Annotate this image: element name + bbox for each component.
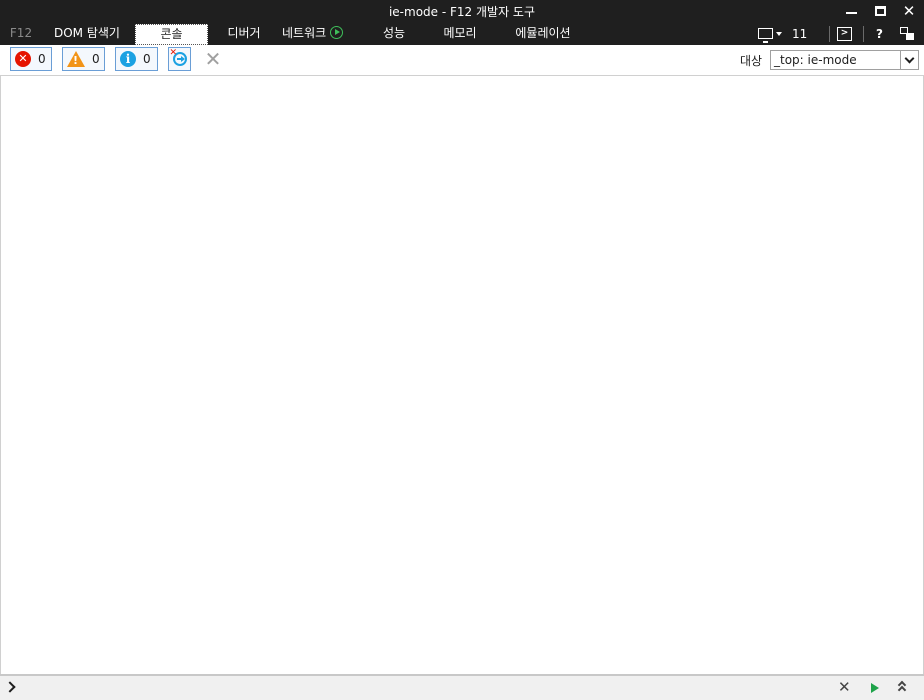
dropdown-arrow-icon xyxy=(776,31,782,36)
expand-input-button[interactable] xyxy=(897,680,908,695)
errors-filter-button[interactable]: ✕ 0 xyxy=(10,47,52,71)
tab-emulation[interactable]: 에뮬레이션 xyxy=(505,23,581,44)
target-label: 대상 xyxy=(740,54,763,68)
run-button[interactable] xyxy=(871,683,879,693)
monitor-icon xyxy=(758,28,773,43)
maximize-button[interactable] xyxy=(865,0,895,22)
separator xyxy=(829,26,830,42)
warnings-filter-button[interactable]: ! 0 xyxy=(62,47,105,71)
minimize-button[interactable] xyxy=(836,0,866,22)
tab-network[interactable]: 네트워크 xyxy=(282,23,360,44)
prompt-chevron-icon xyxy=(4,681,16,693)
errors-count: 0 xyxy=(38,52,46,66)
close-icon: ✕ xyxy=(902,2,916,20)
tab-console[interactable]: 콘솔 xyxy=(135,24,208,45)
clear-on-navigate-icon: ✕ xyxy=(170,48,187,66)
tab-network-label: 네트워크 xyxy=(282,26,327,40)
dock-icon xyxy=(900,27,914,40)
warnings-count: 0 xyxy=(92,52,100,66)
info-icon: i xyxy=(120,51,136,67)
document-mode-value[interactable]: 11 xyxy=(792,22,807,45)
target-select[interactable]: _top: ie-mode xyxy=(770,50,919,70)
help-button[interactable]: ? xyxy=(876,22,883,45)
clear-input-button[interactable]: ✕ xyxy=(838,678,851,696)
tab-dom-explorer[interactable]: DOM 탐색기 xyxy=(46,23,128,44)
target-value: _top: ie-mode xyxy=(774,53,857,67)
minimize-icon xyxy=(845,12,857,14)
separator xyxy=(863,26,864,42)
window-title: ie-mode - F12 개발자 도구 xyxy=(388,5,536,19)
close-button[interactable]: ✕ xyxy=(894,0,924,22)
tab-memory[interactable]: 메모리 xyxy=(432,23,488,44)
maximize-icon xyxy=(874,6,886,16)
error-icon: ✕ xyxy=(15,51,31,67)
console-input-bar: ✕ xyxy=(0,674,924,700)
tool-tab-bar: F12 DOM 탐색기 콘솔 디버거 네트워크 성능 메모리 에뮬레이션 11 … xyxy=(0,22,924,45)
clear-on-navigate-button[interactable]: ✕ xyxy=(168,47,191,71)
clear-icon: ✕ xyxy=(838,678,851,696)
console-toolbar: ✕ 0 ! 0 i 0 ✕ ✕ 대상 _top: ie-mode xyxy=(0,45,924,76)
f12-label: F12 xyxy=(9,26,33,40)
target-dropdown-button[interactable] xyxy=(900,51,918,69)
console-input[interactable] xyxy=(20,678,820,698)
play-circle-icon[interactable] xyxy=(330,26,344,39)
tab-debugger[interactable]: 디버거 xyxy=(218,23,270,44)
tab-performance[interactable]: 성능 xyxy=(372,23,416,44)
console-icon: > xyxy=(837,26,852,41)
console-output-area[interactable] xyxy=(0,76,924,674)
messages-count: 0 xyxy=(143,52,151,66)
warning-icon: ! xyxy=(67,51,85,67)
messages-filter-button[interactable]: i 0 xyxy=(115,47,158,71)
document-mode-button[interactable] xyxy=(758,22,782,45)
dock-button[interactable] xyxy=(900,22,914,45)
console-toggle-button[interactable]: > xyxy=(837,22,852,45)
clear-icon: ✕ xyxy=(204,47,222,71)
clear-console-button[interactable]: ✕ xyxy=(202,48,224,70)
title-bar: ie-mode - F12 개발자 도구 ✕ xyxy=(0,0,924,22)
chevron-down-icon xyxy=(904,53,915,63)
